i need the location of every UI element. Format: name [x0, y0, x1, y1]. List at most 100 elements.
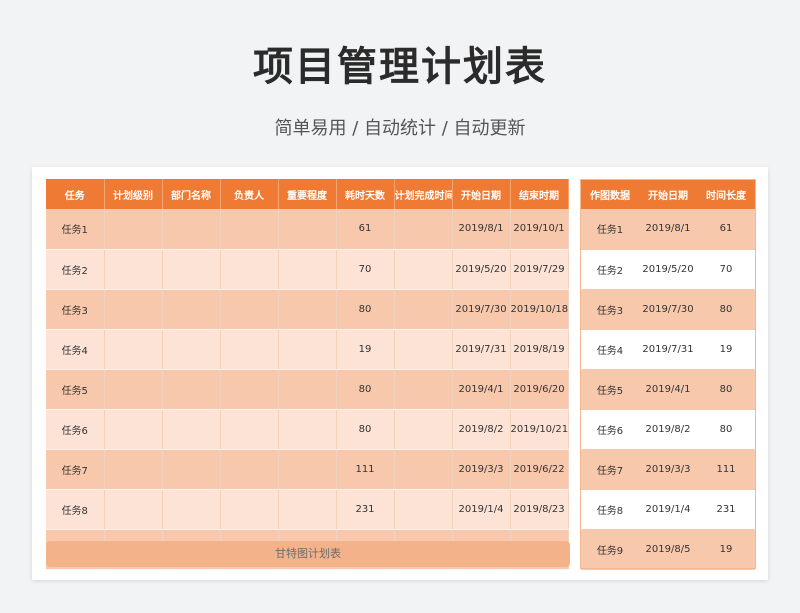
table-cell[interactable]: 任务4: [46, 329, 105, 370]
table-cell[interactable]: [394, 209, 453, 250]
table-cell[interactable]: 80: [336, 409, 395, 450]
side-column-header[interactable]: 开始日期: [639, 179, 697, 209]
table-cell[interactable]: 任务2: [581, 249, 639, 290]
table-cell[interactable]: 80: [336, 369, 395, 410]
table-cell[interactable]: 任务2: [46, 249, 105, 290]
table-cell[interactable]: 19: [336, 329, 395, 370]
main-column-header[interactable]: 开始日期: [452, 179, 511, 209]
table-cell[interactable]: 80: [697, 409, 755, 450]
table-cell[interactable]: [278, 289, 337, 330]
table-cell[interactable]: [278, 329, 337, 370]
table-cell[interactable]: 111: [697, 449, 755, 490]
table-cell[interactable]: 2019/8/5: [639, 529, 697, 570]
table-cell[interactable]: [162, 209, 221, 250]
table-cell[interactable]: 2019/8/2: [452, 409, 511, 450]
table-cell[interactable]: 任务7: [46, 449, 105, 490]
table-cell[interactable]: [394, 329, 453, 370]
table-cell[interactable]: 2019/3/3: [639, 449, 697, 490]
side-column-header[interactable]: 作图数据: [581, 179, 639, 209]
table-cell[interactable]: [220, 449, 279, 490]
side-column-header[interactable]: 时间长度: [697, 179, 755, 209]
table-cell[interactable]: [394, 489, 453, 530]
table-cell[interactable]: [220, 409, 279, 450]
table-cell[interactable]: 任务5: [46, 369, 105, 410]
table-cell[interactable]: 2019/7/30: [639, 289, 697, 330]
table-cell[interactable]: 2019/3/3: [452, 449, 511, 490]
table-cell[interactable]: 2019/10/1: [510, 209, 569, 250]
table-cell[interactable]: 2019/5/20: [639, 249, 697, 290]
table-cell[interactable]: [394, 449, 453, 490]
table-cell[interactable]: [162, 289, 221, 330]
table-cell[interactable]: [220, 249, 279, 290]
table-cell[interactable]: 61: [697, 209, 755, 250]
table-cell[interactable]: 2019/8/1: [452, 209, 511, 250]
table-cell[interactable]: 任务8: [46, 489, 105, 530]
table-cell[interactable]: 任务1: [581, 209, 639, 250]
table-cell[interactable]: [278, 369, 337, 410]
table-cell[interactable]: [104, 289, 163, 330]
table-cell[interactable]: 2019/7/30: [452, 289, 511, 330]
table-cell[interactable]: [104, 449, 163, 490]
table-cell[interactable]: [278, 249, 337, 290]
table-cell[interactable]: [220, 209, 279, 250]
table-cell[interactable]: 231: [697, 489, 755, 530]
table-cell[interactable]: [220, 369, 279, 410]
table-cell[interactable]: 2019/8/23: [510, 489, 569, 530]
table-cell[interactable]: [104, 409, 163, 450]
table-cell[interactable]: 任务3: [46, 289, 105, 330]
table-cell[interactable]: 任务6: [581, 409, 639, 450]
table-cell[interactable]: 2019/6/22: [510, 449, 569, 490]
table-cell[interactable]: 2019/10/21: [510, 409, 569, 450]
table-cell[interactable]: 2019/7/31: [639, 329, 697, 370]
table-cell[interactable]: 111: [336, 449, 395, 490]
main-column-header[interactable]: 计划级别: [104, 179, 163, 209]
table-cell[interactable]: 任务4: [581, 329, 639, 370]
main-column-header[interactable]: 重要程度: [278, 179, 337, 209]
table-cell[interactable]: [104, 209, 163, 250]
table-cell[interactable]: [220, 489, 279, 530]
table-cell[interactable]: 2019/8/1: [639, 209, 697, 250]
table-cell[interactable]: 任务5: [581, 369, 639, 410]
table-cell[interactable]: [220, 329, 279, 370]
table-cell[interactable]: [220, 289, 279, 330]
table-cell[interactable]: [104, 329, 163, 370]
main-column-header[interactable]: 部门名称: [162, 179, 221, 209]
table-cell[interactable]: [278, 449, 337, 490]
table-cell[interactable]: [278, 489, 337, 530]
table-cell[interactable]: 80: [697, 289, 755, 330]
table-cell[interactable]: 2019/10/18: [510, 289, 569, 330]
table-cell[interactable]: 231: [336, 489, 395, 530]
table-cell[interactable]: [162, 329, 221, 370]
table-cell[interactable]: [162, 409, 221, 450]
main-column-header[interactable]: 任务: [46, 179, 105, 209]
table-cell[interactable]: 80: [697, 369, 755, 410]
table-cell[interactable]: 61: [336, 209, 395, 250]
table-cell[interactable]: [162, 489, 221, 530]
table-cell[interactable]: 任务7: [581, 449, 639, 490]
table-cell[interactable]: [394, 249, 453, 290]
table-cell[interactable]: [278, 409, 337, 450]
table-cell[interactable]: 2019/8/19: [510, 329, 569, 370]
table-cell[interactable]: 70: [336, 249, 395, 290]
table-cell[interactable]: 任务9: [581, 529, 639, 570]
table-cell[interactable]: 2019/5/20: [452, 249, 511, 290]
table-cell[interactable]: 2019/4/1: [639, 369, 697, 410]
table-cell[interactable]: 80: [336, 289, 395, 330]
gantt-chart-button[interactable]: 甘特图计划表: [46, 541, 570, 567]
table-cell[interactable]: 任务1: [46, 209, 105, 250]
table-cell[interactable]: 任务8: [581, 489, 639, 530]
table-cell[interactable]: [394, 409, 453, 450]
table-cell[interactable]: [162, 449, 221, 490]
table-cell[interactable]: 2019/7/31: [452, 329, 511, 370]
table-cell[interactable]: 19: [697, 329, 755, 370]
table-cell[interactable]: [162, 249, 221, 290]
main-column-header[interactable]: 计划完成时间: [394, 179, 453, 209]
table-cell[interactable]: [104, 249, 163, 290]
table-cell[interactable]: 70: [697, 249, 755, 290]
table-cell[interactable]: 2019/6/20: [510, 369, 569, 410]
table-cell[interactable]: 2019/7/29: [510, 249, 569, 290]
table-cell[interactable]: 19: [697, 529, 755, 570]
main-column-header[interactable]: 结束时期: [510, 179, 569, 209]
table-cell[interactable]: [162, 369, 221, 410]
table-cell[interactable]: 任务3: [581, 289, 639, 330]
